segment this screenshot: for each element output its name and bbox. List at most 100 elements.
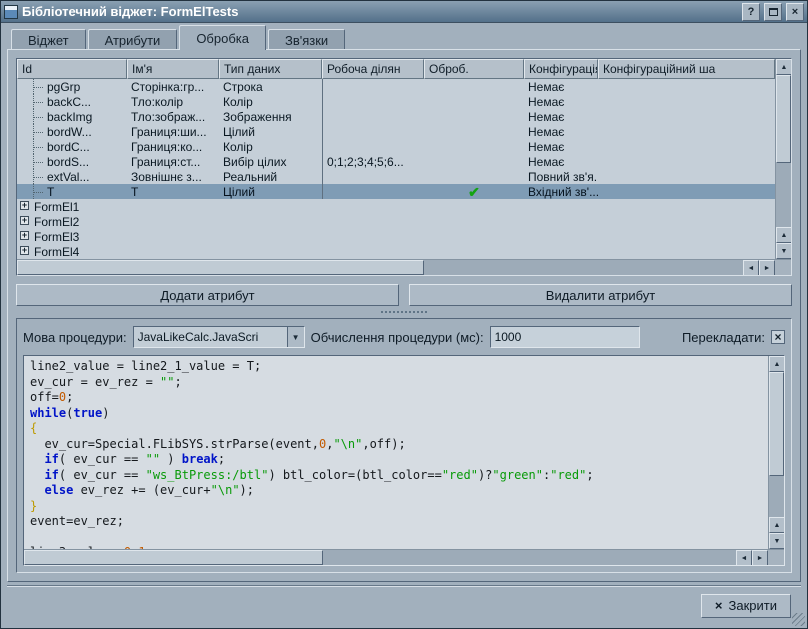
scroll-up-icon[interactable]: ▲ — [769, 356, 785, 372]
table-row[interactable]: backC...Тло:колірКолірНемає — [17, 94, 775, 109]
table-hscroll-thumb[interactable] — [17, 260, 424, 275]
table-vertical-scrollbar[interactable]: ▲ ▲ ▼ — [775, 59, 791, 259]
code-line: } — [30, 499, 762, 515]
attr-id-text: backC... — [47, 95, 91, 109]
code-token: line2_value = line2_1_value = T; — [30, 359, 261, 373]
title-bar[interactable]: Бібліотечний віджет: FormElTests ? × — [1, 1, 807, 23]
cell-datatype: Реальний — [219, 169, 322, 184]
maximize-button[interactable] — [764, 3, 782, 21]
splitter-dots-icon — [381, 311, 427, 313]
code-hscroll-track[interactable] — [24, 550, 736, 565]
code-line — [30, 530, 762, 546]
table-row[interactable]: backImgТло:зображ...ЗображенняНемає — [17, 109, 775, 124]
column-header[interactable]: Тип даних — [219, 59, 322, 79]
code-vertical-scrollbar[interactable]: ▲ ▲ ▼ — [768, 356, 784, 549]
attr-id-text: backImg — [47, 110, 92, 124]
language-value: JavaLikeCalc.JavaScri — [134, 330, 287, 344]
table-hscroll-track[interactable] — [17, 260, 743, 275]
table-row[interactable]: extVal...Зовнішнє з...РеальнийПовний зв'… — [17, 169, 775, 184]
cell-processing — [424, 169, 524, 184]
cell-workarea — [322, 79, 424, 94]
table-row[interactable]: bordC...Границя:ко...КолірНемає — [17, 139, 775, 154]
code-text[interactable]: line2_value = line2_1_value = T; ev_cur =… — [24, 356, 768, 549]
column-header[interactable]: Конфігураційний ша — [598, 59, 775, 79]
tab-1[interactable]: Атрибути — [88, 29, 178, 50]
dropdown-arrow-icon[interactable]: ▼ — [287, 327, 304, 347]
cell-config: Немає — [524, 79, 598, 94]
scroll-up-icon[interactable]: ▲ — [776, 227, 792, 243]
add-attribute-button[interactable]: Додати атрибут — [16, 284, 399, 306]
table-horizontal-scrollbar[interactable]: ◄ ► — [17, 260, 775, 275]
table-row[interactable]: bordS...Границя:ст...Вибір цілих0;1;2;3;… — [17, 154, 775, 169]
table-vscroll-thumb[interactable] — [776, 75, 791, 163]
code-token: while — [30, 406, 66, 420]
cell-config: Немає — [524, 124, 598, 139]
scroll-up-icon[interactable]: ▲ — [769, 517, 785, 533]
table-row[interactable]: TTЦілий✔Вхідний зв'... — [17, 184, 775, 199]
code-line: if( ev_cur == "ws_BtPress:/btl") btl_col… — [30, 468, 762, 484]
procedure-panel: Мова процедури: JavaLikeCalc.JavaScri ▼ … — [16, 318, 792, 573]
code-vscroll-thumb[interactable] — [769, 372, 784, 476]
code-vscroll-track[interactable] — [769, 372, 784, 517]
cell-id: bordS... — [17, 154, 127, 169]
translate-label: Перекладати: — [682, 330, 765, 345]
code-hscroll-thumb[interactable] — [24, 550, 323, 565]
scroll-down-icon[interactable]: ▼ — [776, 243, 792, 259]
expand-icon[interactable]: + — [20, 201, 29, 210]
tab-2[interactable]: Обробка — [179, 25, 266, 50]
splitter-handle[interactable] — [16, 306, 792, 318]
attr-table-header: IdІм'яТип данихРобоча ділянОброб.Конфігу… — [17, 59, 775, 79]
scrollbar-corner — [768, 550, 784, 566]
scroll-up-icon[interactable]: ▲ — [776, 59, 792, 75]
tree-row[interactable]: +FormEl4 — [17, 244, 775, 259]
expand-icon[interactable]: + — [20, 216, 29, 225]
attr-table-body: pgGrpСторінка:гр...СтрокаНемаєbackC...Тл… — [17, 79, 775, 259]
tree-branch-icon — [21, 184, 47, 199]
language-combobox[interactable]: JavaLikeCalc.JavaScri ▼ — [133, 326, 305, 348]
cell-config: Вхідний зв'... — [524, 184, 598, 199]
cell-name: Тло:зображ... — [127, 109, 219, 124]
cell-workarea — [322, 169, 424, 184]
column-header[interactable]: Оброб. — [424, 59, 524, 79]
scroll-right-icon[interactable]: ► — [752, 550, 768, 566]
scroll-left-icon[interactable]: ◄ — [736, 550, 752, 566]
column-header[interactable]: Id — [17, 59, 127, 79]
cell-config-template — [598, 124, 775, 139]
expand-icon[interactable]: + — [20, 231, 29, 240]
scroll-right-icon[interactable]: ► — [759, 260, 775, 276]
cell-name: Границя:ши... — [127, 124, 219, 139]
tab-content-processing: IdІм'яТип данихРобоча ділянОброб.Конфігу… — [7, 49, 801, 582]
column-header[interactable]: Робоча ділян — [322, 59, 424, 79]
attribute-table: IdІм'яТип данихРобоча ділянОброб.Конфігу… — [16, 58, 792, 276]
column-header[interactable]: Ім'я — [127, 59, 219, 79]
tree-row[interactable]: + FormEl3 — [17, 229, 775, 244]
cell-name: Границя:ст... — [127, 154, 219, 169]
code-horizontal-scrollbar[interactable]: ◄ ► — [24, 550, 768, 565]
resize-grip[interactable] — [792, 613, 805, 626]
translate-checkbox[interactable]: × — [771, 330, 785, 344]
table-vscroll-track[interactable] — [776, 75, 791, 227]
tree-row[interactable]: +FormEl2 — [17, 214, 775, 229]
scroll-down-icon[interactable]: ▼ — [769, 533, 785, 549]
tree-item-label: FormEl3 — [34, 229, 79, 244]
code-editor: line2_value = line2_1_value = T; ev_cur =… — [23, 355, 785, 566]
column-header[interactable]: Конфігурація — [524, 59, 598, 79]
code-token: ; — [586, 468, 593, 482]
cell-id: backImg — [17, 109, 127, 124]
cell-workarea — [322, 139, 424, 154]
tab-0[interactable]: Віджет — [11, 29, 86, 50]
table-row[interactable]: pgGrpСторінка:гр...СтрокаНемає — [17, 79, 775, 94]
close-icon: × — [715, 598, 723, 613]
calc-period-input[interactable] — [490, 326, 640, 348]
close-button[interactable]: × Закрити — [701, 594, 791, 618]
scroll-left-icon[interactable]: ◄ — [743, 260, 759, 276]
help-button[interactable]: ? — [742, 3, 760, 21]
close-window-button[interactable]: × — [786, 3, 804, 21]
expand-icon[interactable]: + — [20, 246, 29, 255]
code-token: "red" — [550, 468, 586, 482]
tab-3[interactable]: Зв'язки — [268, 29, 345, 50]
code-line: ev_cur = ev_rez = ""; — [30, 375, 762, 391]
tree-row[interactable]: +FormEl1 — [17, 199, 775, 214]
delete-attribute-button[interactable]: Видалити атрибут — [409, 284, 792, 306]
table-row[interactable]: bordW...Границя:ши...ЦілийНемає — [17, 124, 775, 139]
